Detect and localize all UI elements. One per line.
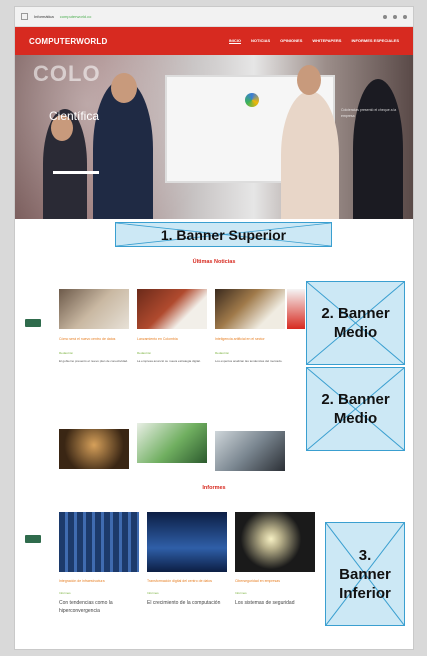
news-thumbnail[interactable] — [137, 423, 207, 463]
bookmark-icon[interactable] — [393, 14, 397, 19]
hero-backdrop-text: COLO — [33, 61, 101, 86]
report-meta: Informes — [235, 591, 247, 595]
main-nav: INICIO NOTICIAS OPINIONES WHITEPAPERS IN… — [228, 38, 399, 44]
nav-item-whitepapers[interactable]: WHITEPAPERS — [312, 38, 341, 44]
hero-person — [353, 79, 403, 219]
hero-side-text: Colciencias presentó el cheque a la empr… — [341, 108, 397, 118]
hero-caption[interactable]: Científica — [49, 109, 99, 123]
hero-person — [281, 91, 339, 219]
news-excerpt: La empresa anunció su nueva estrategia d… — [137, 359, 201, 363]
news-meta: Redacción — [215, 351, 230, 355]
latest-news-heading: Últimas Noticias — [192, 259, 236, 265]
banner-label-line: 2. Banner — [321, 391, 390, 408]
site-logo[interactable]: COMPUTERWORLD — [29, 37, 107, 46]
banner-medio[interactable]: 2. Banner Medio — [306, 367, 405, 451]
banner-label: 2. Banner Medio — [321, 390, 389, 428]
share-badge[interactable] — [25, 535, 41, 543]
nav-item-inicio[interactable]: INICIO — [228, 38, 242, 44]
report-excerpt: Los sistemas de seguridad — [235, 600, 295, 606]
banner-inferior[interactable]: 3. Banner Inferior — [325, 522, 405, 626]
share-badge[interactable] — [25, 319, 41, 327]
news-thumbnail[interactable] — [137, 289, 207, 329]
share-icon[interactable] — [383, 14, 387, 19]
hero-progress-bar — [53, 171, 99, 174]
report-excerpt: Con tendencias como la hiperconvergencia — [59, 600, 113, 614]
hero-slider[interactable]: COLO Científica Colciencias presentó el … — [15, 55, 413, 219]
news-title[interactable]: Lanzamiento en Colombia — [137, 337, 207, 342]
settings-icon[interactable] — [403, 14, 407, 19]
report-meta: Informes — [59, 591, 71, 595]
banner-label: 2. Banner Medio — [321, 304, 389, 342]
banner-label-line: Medio — [333, 324, 378, 341]
nav-item-informes[interactable]: INFORMES ESPECIALES — [351, 38, 399, 44]
report-title[interactable]: Ciberseguridad en empresas — [235, 579, 315, 584]
report-thumbnail[interactable] — [147, 512, 227, 572]
news-thumbnail[interactable] — [59, 289, 129, 329]
nav-item-opiniones[interactable]: OPINIONES — [280, 38, 302, 44]
banner-superior[interactable]: 1. Banner Superior — [115, 222, 332, 247]
browser-window: Informática computerworld.co COMPUTERWOR… — [14, 6, 414, 650]
report-excerpt: El crecimiento de la computación — [147, 600, 221, 606]
menu-icon[interactable] — [21, 13, 28, 20]
banner-medio[interactable]: 2. Banner Medio — [306, 281, 405, 365]
news-thumbnail[interactable] — [215, 431, 285, 471]
nav-item-noticias[interactable]: NOTICIAS — [251, 38, 270, 44]
news-thumbnail[interactable] — [59, 429, 129, 469]
news-thumbnail[interactable] — [287, 289, 305, 329]
site-header: COMPUTERWORLD INICIO NOTICIAS OPINIONES … — [15, 27, 413, 55]
news-excerpt: Los expertos analizan las tendencias del… — [215, 359, 283, 363]
hero-person-head — [297, 65, 321, 95]
report-thumbnail[interactable] — [59, 512, 139, 572]
banner-label-line: Banner — [339, 565, 391, 583]
news-excerpt: El gobierno presentó el nuevo plan de co… — [59, 359, 128, 363]
report-title[interactable]: Integración de infraestructura — [59, 579, 139, 584]
banner-label-line: 2. Banner — [321, 305, 390, 322]
colciencias-seal-icon — [245, 93, 259, 107]
banner-label: 3. Banner Inferior — [339, 546, 391, 603]
news-thumbnail[interactable] — [215, 289, 285, 329]
report-meta: Informes — [147, 591, 159, 595]
news-title[interactable]: Inteligencia artificial en el sector — [215, 337, 285, 342]
report-title[interactable]: Transformación digital del centro de dat… — [147, 579, 227, 584]
banner-label-line: Inferior — [339, 584, 391, 602]
address-url[interactable]: computerworld.co — [60, 14, 92, 19]
banner-label-line: 3. — [358, 546, 372, 564]
browser-toolbar: Informática computerworld.co — [15, 7, 413, 27]
news-meta: Redacción — [59, 351, 74, 355]
tab-title[interactable]: Informática — [34, 14, 54, 19]
hero-person-head — [111, 73, 137, 103]
banner-label-line: Medio — [333, 410, 378, 427]
news-title[interactable]: Cómo será el nuevo centro de datos — [59, 337, 129, 342]
banner-label: 1. Banner Superior — [160, 226, 287, 243]
report-thumbnail[interactable] — [235, 512, 315, 572]
reports-heading: Informes — [202, 485, 226, 491]
news-meta: Redacción — [137, 351, 152, 355]
